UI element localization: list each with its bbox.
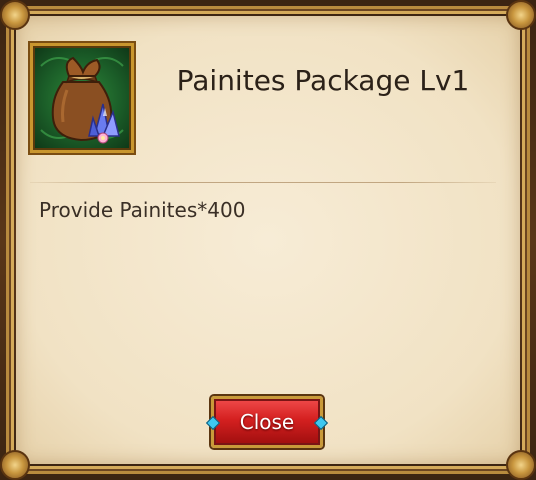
painite-bag-icon <box>30 43 134 153</box>
corner-ornament <box>0 0 30 30</box>
item-info-dialog: Painites Package Lv1 Provide Painites*40… <box>0 0 536 480</box>
corner-ornament <box>0 450 30 480</box>
item-description: Provide Painites*400 <box>39 198 246 222</box>
divider <box>30 182 496 183</box>
item-title: Painites Package Lv1 <box>176 64 470 97</box>
corner-ornament <box>506 450 536 480</box>
corner-ornament <box>506 0 536 30</box>
close-button-label: Close <box>239 410 295 434</box>
close-button[interactable]: Close <box>205 396 329 448</box>
